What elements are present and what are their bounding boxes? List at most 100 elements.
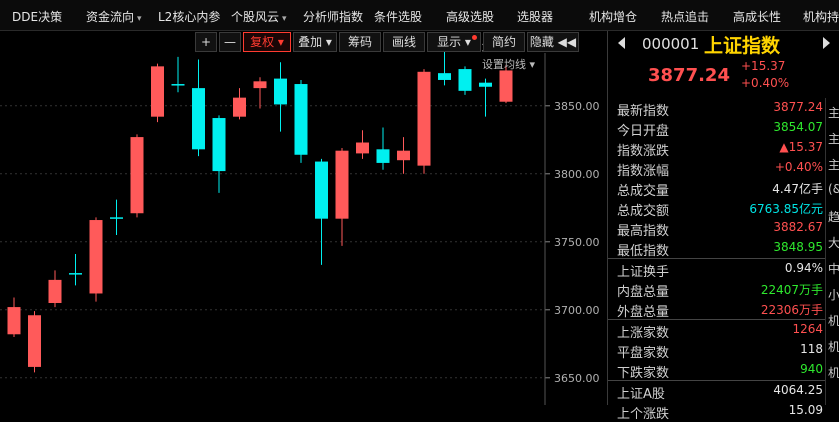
candle-body <box>192 88 205 150</box>
quote-row: 内盘总量 22407万手 <box>608 279 825 300</box>
quote-row-value: +0.40% <box>774 160 823 174</box>
quote-row: 总成交额 6763.85亿元 <box>608 198 825 219</box>
candle-body <box>212 118 226 172</box>
overlay-button[interactable]: 叠加 ▾ <box>293 32 337 52</box>
quote-row-label: 总成交额 <box>617 204 670 219</box>
menu-item-11[interactable]: 机构持 <box>803 8 839 25</box>
candle-body <box>274 78 287 105</box>
notify-dot-icon <box>472 35 477 40</box>
menu-item-label: 高级选股 <box>446 10 495 24</box>
chips-button[interactable]: 筹码 <box>339 32 381 52</box>
top-menu-bar: DDE决策 资金流向 ▾ L2核心内参 个股风云 ▾ 分析师指数 条件选股 高级选股 选股器 机构增… <box>0 0 839 31</box>
quote-row-label: 最高指数 <box>617 224 670 239</box>
menu-item-10[interactable]: 高成长性 <box>733 8 781 25</box>
quote-row-value: 3854.07 <box>773 120 823 134</box>
stock-name: 上证指数 <box>704 35 781 57</box>
menu-item-5[interactable]: 条件选股 <box>374 8 422 25</box>
menu-item-4[interactable]: 分析师指数 <box>303 8 363 25</box>
candle-body <box>356 142 369 154</box>
quote-row-value: 6763.85亿元 <box>749 202 823 216</box>
menu-item-label: 个股风云 <box>231 10 280 24</box>
kline-chart[interactable]: 3850.003800.003750.003700.003650.003892.… <box>0 31 607 405</box>
chevron-down-icon: ▾ <box>282 14 287 24</box>
menu-item-7[interactable]: 选股器 <box>517 8 553 25</box>
candle <box>7 297 21 337</box>
display-label: 显示 <box>437 35 462 49</box>
candle-body <box>397 150 410 161</box>
quote-row: 最新指数 3877.24 <box>608 98 825 119</box>
price-change-pct: +0.40% <box>741 76 790 90</box>
side-label: 趋 <box>828 210 839 224</box>
brief-button[interactable]: 简约 <box>483 32 525 52</box>
menu-item-label: 分析师指数 <box>303 10 364 24</box>
quote-row-value: 940 <box>800 362 823 376</box>
menu-item-9[interactable]: 热点追击 <box>661 8 709 25</box>
prev-stock-icon[interactable] <box>618 37 625 49</box>
kline-chart-panel[interactable]: 3850.003800.003750.003700.003650.003892.… <box>0 31 607 405</box>
quote-row-label: 外盘总量 <box>617 305 670 320</box>
candle <box>335 147 349 246</box>
zoom-out-button[interactable]: — <box>219 32 241 52</box>
quote-row-value: 15.09 <box>788 403 823 417</box>
candle <box>110 199 123 235</box>
menu-item-3[interactable]: 个股风云 ▾ <box>231 8 287 25</box>
candle-body <box>458 69 472 91</box>
candle-body <box>171 84 185 86</box>
hide-button[interactable]: 隐藏 ◀◀ <box>527 32 579 52</box>
quote-row: 指数涨跌 ▲15.37 <box>608 138 825 159</box>
quote-row: 平盘家数 118 <box>608 340 825 361</box>
fuquan-label: 复权 <box>250 35 275 49</box>
y-tick-label: 3750.00 <box>554 236 600 249</box>
candle <box>233 88 246 120</box>
fuquan-button[interactable]: 复权 ▾ <box>243 32 291 52</box>
candle-body <box>151 66 164 117</box>
candle <box>438 47 451 86</box>
ma-setting-dropdown[interactable]: 设置均线 ▾ <box>482 56 535 72</box>
quote-row-label: 今日开盘 <box>617 124 670 139</box>
quote-row-label: 平盘家数 <box>617 346 670 361</box>
display-button[interactable]: 显示 ▾ <box>427 32 481 52</box>
quote-row-value: 22407万手 <box>760 283 823 297</box>
side-label: 机 <box>828 314 839 328</box>
menu-item-0[interactable]: DDE决策 <box>12 8 62 25</box>
candle-body <box>89 220 103 294</box>
quote-row-label: 最低指数 <box>617 244 670 259</box>
drawline-button[interactable]: 画线 <box>383 32 425 52</box>
candle-body <box>253 81 267 89</box>
side-label: 主 <box>828 158 839 172</box>
stock-code: 000001 <box>642 35 700 53</box>
quote-row-value: 1264 <box>792 322 823 336</box>
ma-setting-label: 设置均线 <box>481 58 526 71</box>
candle <box>315 158 328 265</box>
y-tick-label: 3800.00 <box>554 168 600 181</box>
menu-item-1[interactable]: 资金流向 ▾ <box>86 8 142 25</box>
chevron-down-icon: ▾ <box>137 14 142 24</box>
side-label: 小 <box>828 288 839 302</box>
quote-row: 最高指数 3882.67 <box>608 218 825 239</box>
quote-row-label: 下跌家数 <box>617 366 670 381</box>
menu-item-6[interactable]: 高级选股 <box>446 8 494 25</box>
menu-item-label: 资金流向 <box>86 10 135 24</box>
menu-item-8[interactable]: 机构增仓 <box>589 8 637 25</box>
zoom-in-button[interactable]: + <box>195 32 217 52</box>
candle-body <box>438 73 451 80</box>
quote-row-label: 上涨家数 <box>617 326 670 341</box>
candle <box>417 69 431 174</box>
menu-item-2[interactable]: L2核心内参 <box>158 8 220 25</box>
quote-row-label: 指数涨幅 <box>617 164 670 179</box>
candle-body <box>48 279 62 303</box>
quote-row-label: 上个涨跌 <box>617 407 670 422</box>
candle <box>376 127 390 170</box>
quote-row-label: 指数涨跌 <box>617 144 670 159</box>
current-price: 3877.24 <box>648 65 730 86</box>
candle-body <box>294 84 308 155</box>
next-stock-icon[interactable] <box>823 37 830 49</box>
hide-label: 隐藏 <box>529 35 554 49</box>
quote-row-value: 3877.24 <box>773 100 823 114</box>
side-label: (& <box>828 182 839 196</box>
quote-row-value: 3848.95 <box>773 240 823 254</box>
quote-row-value: 118 <box>800 342 823 356</box>
quote-row: 最低指数 3848.95 <box>608 238 825 259</box>
candle <box>212 115 226 193</box>
menu-item-label: 选股器 <box>517 10 554 24</box>
